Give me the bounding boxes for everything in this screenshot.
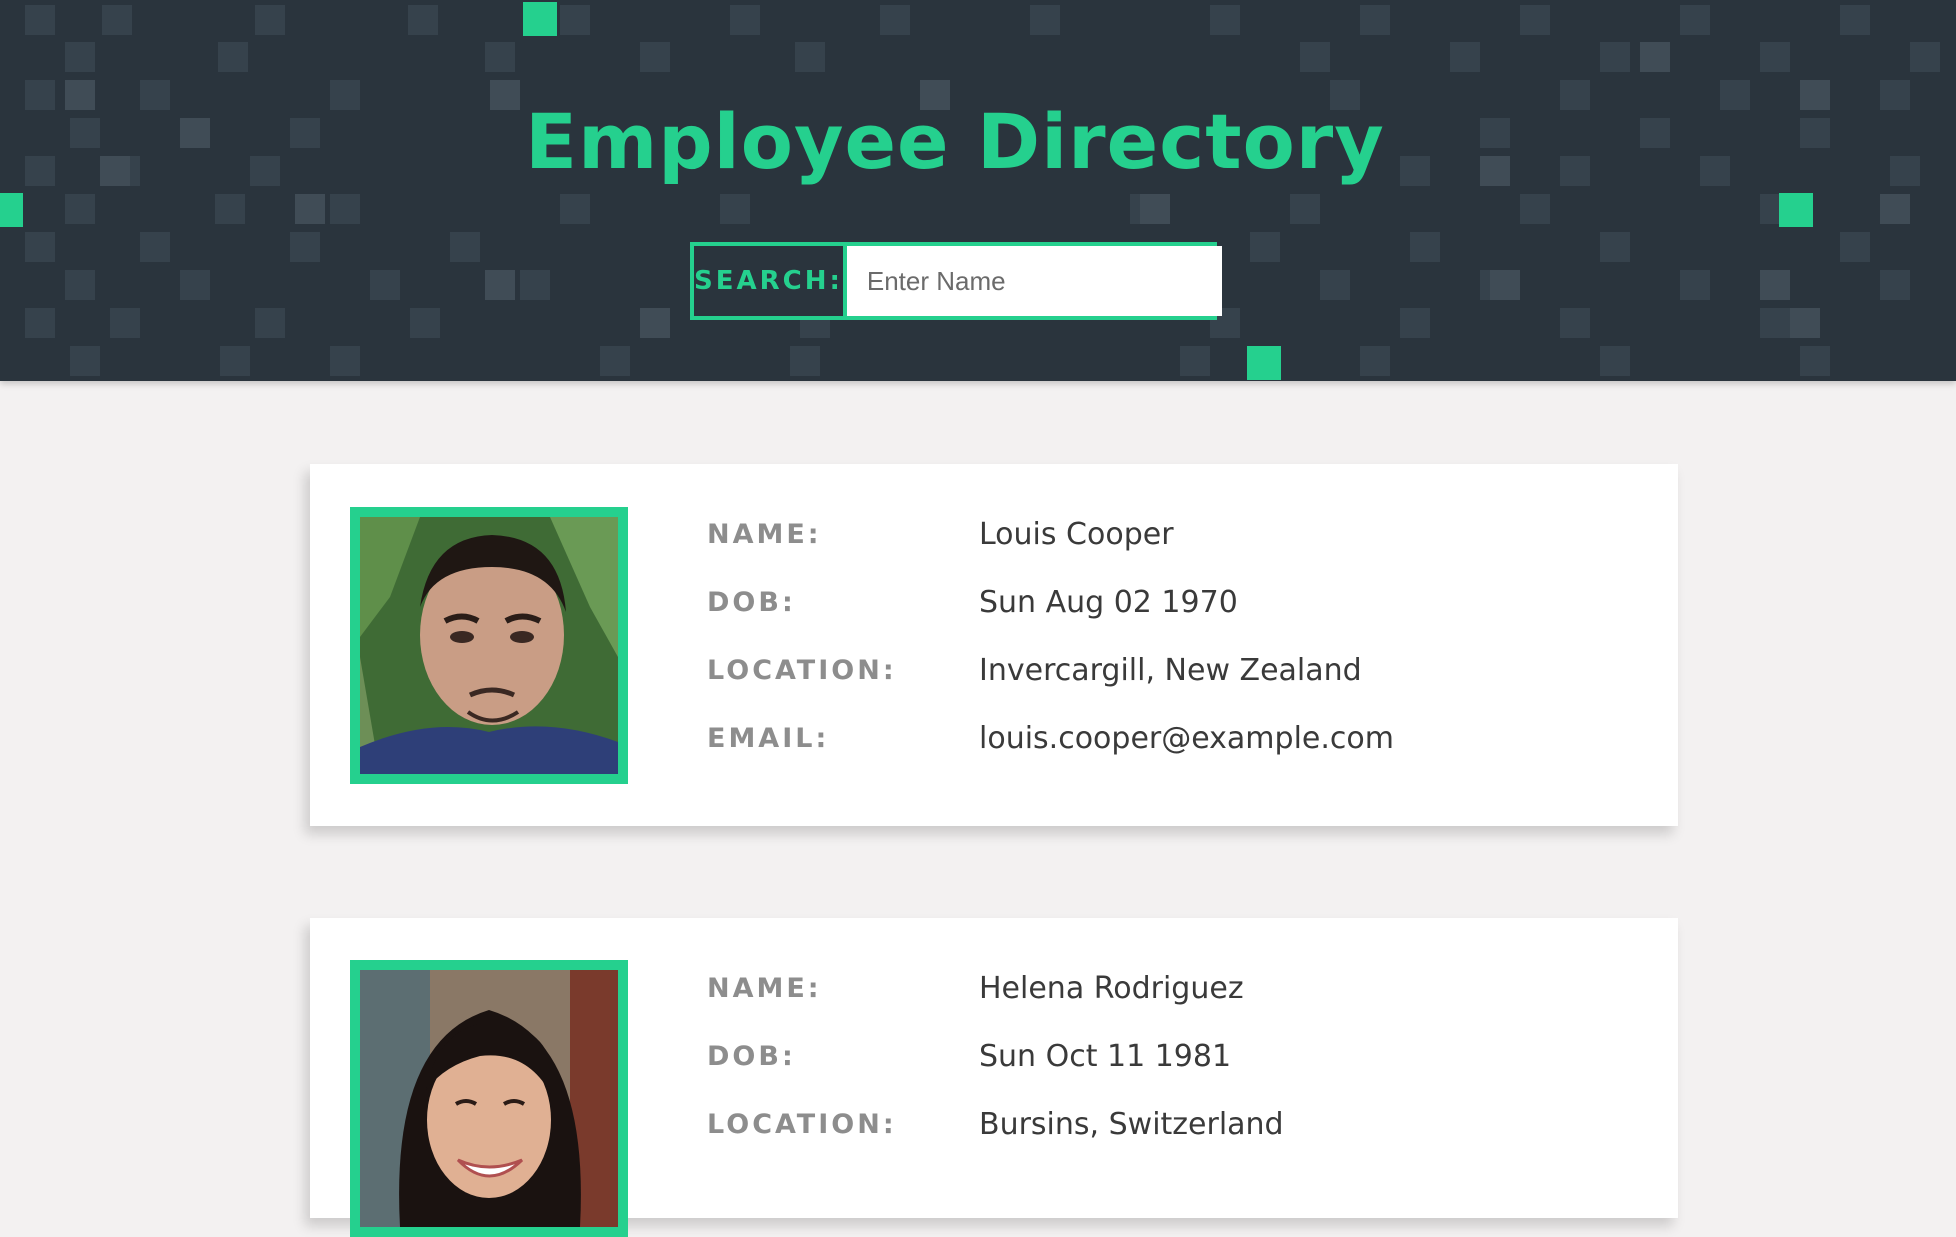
name-label: NAME:	[707, 972, 822, 1004]
field-row-name: NAME: Helena Rodriguez	[707, 966, 1244, 1010]
page-title: Employee Directory	[525, 97, 1385, 186]
field-row-location: LOCATION: Invercargill, New Zealand	[707, 648, 1362, 692]
employee-card: NAME: Helena Rodriguez DOB: Sun Oct 11 1…	[310, 918, 1678, 1237]
location-value: Bursins, Switzerland	[979, 1106, 1284, 1142]
name-value: Helena Rodriguez	[979, 970, 1244, 1006]
search-label: SEARCH:	[694, 246, 847, 316]
email-value: louis.cooper@example.com	[979, 720, 1394, 756]
location-label: LOCATION:	[707, 654, 897, 686]
search-input[interactable]	[846, 246, 1222, 316]
location-label: LOCATION:	[707, 1108, 897, 1140]
field-row-location: LOCATION: Bursins, Switzerland	[707, 1102, 1284, 1146]
location-value: Invercargill, New Zealand	[979, 652, 1362, 688]
field-row-dob: DOB: Sun Aug 02 1970	[707, 580, 1238, 624]
field-row-email: EMAIL: louis.cooper@example.com	[707, 716, 1394, 760]
employee-photo	[350, 507, 628, 784]
field-row-dob: DOB: Sun Oct 11 1981	[707, 1034, 1231, 1078]
employee-card: NAME: Louis Cooper DOB: Sun Aug 02 1970 …	[310, 464, 1678, 826]
dob-label: DOB:	[707, 586, 796, 618]
dob-value: Sun Aug 02 1970	[979, 584, 1238, 620]
header-banner: Employee Directory SEARCH:	[0, 0, 1956, 381]
employee-photo	[350, 960, 628, 1237]
field-row-name: NAME: Louis Cooper	[707, 512, 1174, 556]
dob-label: DOB:	[707, 1040, 796, 1072]
name-label: NAME:	[707, 518, 822, 550]
dob-value: Sun Oct 11 1981	[979, 1038, 1232, 1074]
name-value: Louis Cooper	[979, 516, 1174, 552]
search-bar: SEARCH:	[690, 242, 1222, 320]
tile-pattern-background	[0, 2, 1940, 380]
email-label: EMAIL:	[707, 722, 830, 754]
